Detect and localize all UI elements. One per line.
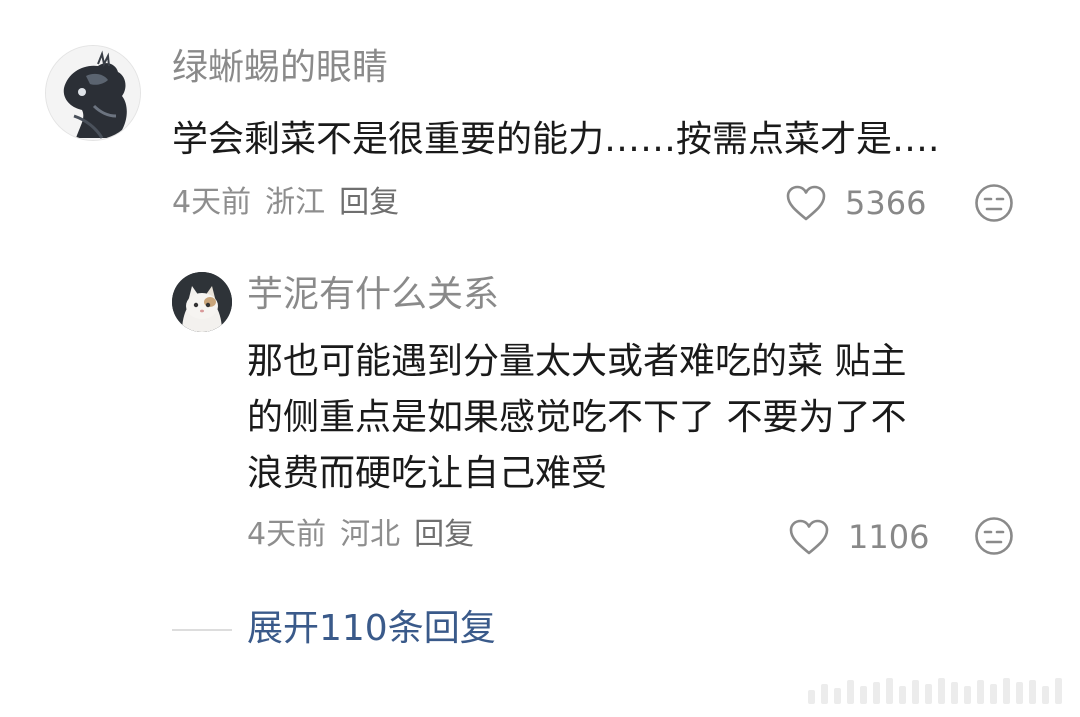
- reply-location: 河北: [340, 517, 401, 552]
- meh-face-icon: [975, 184, 1013, 222]
- heart-outline-icon: [786, 185, 826, 221]
- reply-reply-button[interactable]: 回复: [414, 517, 474, 552]
- watermark: [808, 678, 1062, 704]
- comment-username[interactable]: 绿蜥蜴的眼睛: [172, 46, 388, 90]
- meh-face-icon: [975, 517, 1013, 555]
- reply-meta: 4天前 河北 回复: [247, 515, 488, 555]
- reply-text-line: 那也可能遇到分量太大或者难吃的菜 贴主: [247, 341, 907, 382]
- reply-avatar[interactable]: [172, 272, 232, 332]
- like-button[interactable]: 5366: [785, 181, 926, 225]
- comment-text: 学会剩菜不是很重要的能力……按需点菜才是….: [172, 119, 940, 160]
- reply-text-line: 的侧重点是如果感觉吃不下了 不要为了不: [247, 397, 907, 438]
- reply-reaction-button[interactable]: [974, 516, 1014, 556]
- reply-like-count: 1106: [848, 518, 930, 556]
- reaction-button[interactable]: [974, 183, 1014, 223]
- reply-text-line: 浪费而硬吃让自己难受: [247, 453, 608, 494]
- reply-time: 4天前: [247, 517, 327, 552]
- expand-divider: [172, 629, 232, 631]
- like-count: 5366: [845, 184, 927, 222]
- avatar[interactable]: [45, 45, 141, 141]
- reply-button[interactable]: 回复: [339, 185, 399, 220]
- cat-avatar-image: [172, 272, 232, 332]
- comment-location: 浙江: [265, 185, 326, 220]
- reply-like-button[interactable]: 1106: [788, 515, 929, 559]
- comment-time: 4天前: [172, 185, 252, 220]
- heart-outline-icon: [789, 519, 829, 555]
- comment-meta: 4天前 浙江 回复: [172, 183, 413, 223]
- lizard-avatar-image: [46, 46, 140, 140]
- reply-username[interactable]: 芋泥有什么关系: [247, 273, 499, 317]
- expand-replies-link[interactable]: 展开110条回复: [247, 606, 496, 652]
